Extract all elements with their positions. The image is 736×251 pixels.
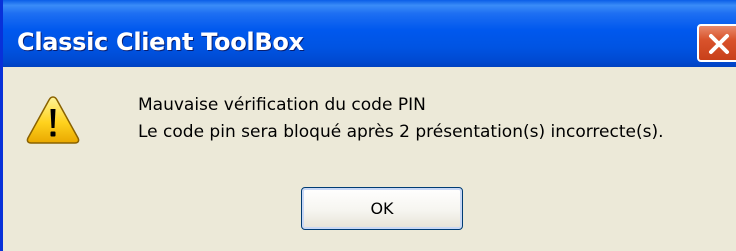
warning-icon xyxy=(26,96,80,144)
error-message-line2: Le code pin sera bloqué après 2 présenta… xyxy=(138,122,664,142)
close-button[interactable] xyxy=(697,24,736,62)
window-title: Classic Client ToolBox xyxy=(17,28,304,56)
dialog-body: Mauvaise vérification du code PIN Le cod… xyxy=(3,67,736,251)
title-bar[interactable]: Classic Client ToolBox xyxy=(3,0,736,67)
ok-button[interactable]: OK xyxy=(301,187,463,230)
message-dialog: Classic Client ToolBox Mauvaise vérifica… xyxy=(0,0,736,251)
close-icon xyxy=(709,34,729,54)
ok-button-label: OK xyxy=(370,199,394,218)
error-message-line1: Mauvaise vérification du code PIN xyxy=(138,95,426,115)
